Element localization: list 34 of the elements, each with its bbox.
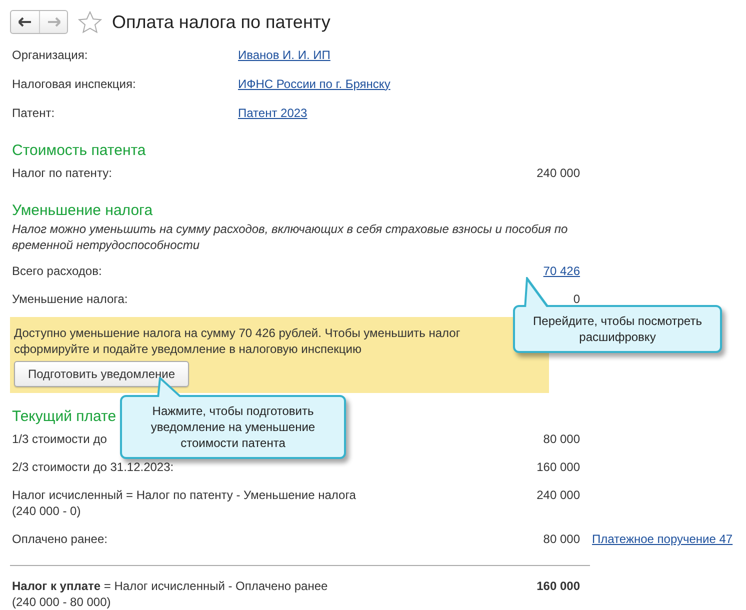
field-link[interactable]: Иванов И. И. ИП bbox=[238, 48, 330, 62]
expenses-link[interactable]: 70 426 bbox=[543, 264, 580, 278]
field-label: Организация: bbox=[12, 48, 89, 62]
star-icon[interactable] bbox=[78, 10, 102, 34]
amount-value: 240 000 bbox=[536, 488, 580, 502]
window-title: Оплата налога по патенту bbox=[112, 12, 330, 32]
hint-text: Налог можно уменьшить на сумму расходов, включающих в себя страховые взносы и пособия по временной нетрудоспособности bbox=[12, 221, 569, 254]
formula-values: (240 000 - 0) bbox=[12, 504, 81, 518]
field-link[interactable]: Патент 2023 bbox=[238, 106, 308, 120]
field-label: Уменьшение налога: bbox=[12, 292, 128, 306]
amount-value: 80 000 bbox=[543, 532, 580, 546]
formula-values: (240 000 - 80 000) bbox=[12, 595, 111, 609]
section-heading: Стоимость патента bbox=[12, 142, 146, 159]
amount-value: 80 000 bbox=[543, 432, 580, 446]
field-label: Патент: bbox=[12, 106, 56, 120]
field-label: Налоговая инспекция: bbox=[12, 76, 137, 90]
field-label: Налог исчисленный = Налог по патенту - Уменьшение налога bbox=[12, 488, 356, 502]
field-label: Всего расходов: bbox=[12, 264, 102, 278]
total-label: Налог к уплате = Налог исчисленный - Оплачено ранее bbox=[12, 579, 328, 593]
amount-value: 0 bbox=[573, 292, 580, 306]
field-label: 2/3 стоимости до 31.12.2023: bbox=[12, 460, 174, 474]
section-heading: Текущий плате bbox=[12, 408, 116, 425]
notice-text: Доступно уменьшение налога на сумму 70 426 рублей. Чтобы уменьшить налог сформируйте и подайте уведомление в налоговую инспекцию bbox=[14, 325, 462, 357]
field-label: 1/3 стоимости до bbox=[12, 432, 107, 446]
amount-value: 160 000 bbox=[536, 460, 580, 474]
arrow-left-icon bbox=[18, 17, 32, 27]
amount-value: 240 000 bbox=[536, 166, 580, 180]
field-link[interactable]: ИФНС России по г. Брянску bbox=[238, 76, 390, 90]
section-heading: Уменьшение налога bbox=[12, 202, 153, 219]
payment-order-link[interactable]: Платежное поручение 47 bbox=[592, 531, 733, 547]
total-value: 160 000 bbox=[536, 579, 580, 593]
field-label: Налог по патенту: bbox=[12, 166, 112, 180]
field-label: Оплачено ранее: bbox=[12, 532, 108, 546]
arrow-right-icon bbox=[46, 17, 60, 27]
